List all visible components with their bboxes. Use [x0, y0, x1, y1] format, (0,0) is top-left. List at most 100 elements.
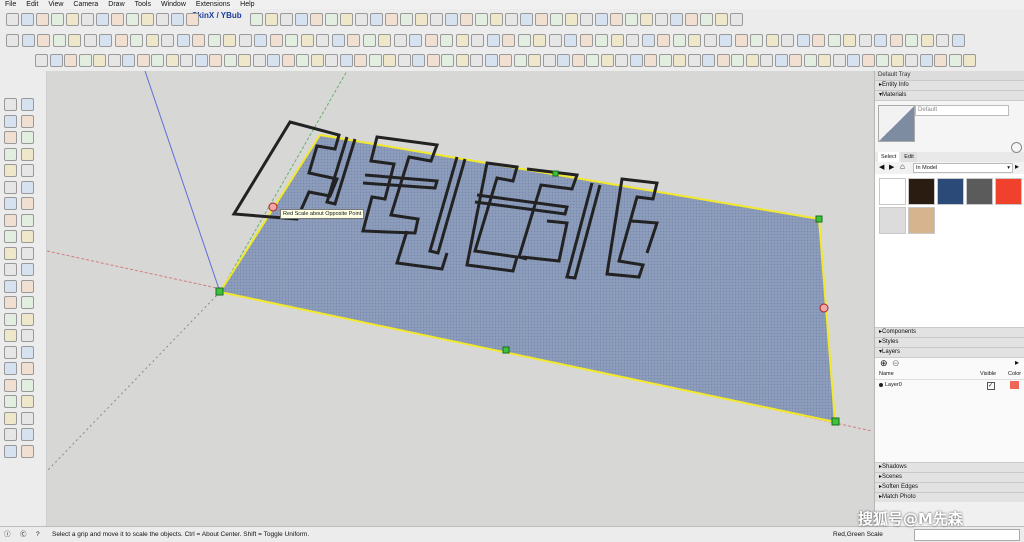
scaled-plane[interactable]	[218, 133, 837, 424]
left-tool-icon-1[interactable]	[4, 98, 17, 111]
row2-tool-icon-39[interactable]	[595, 34, 608, 47]
row2-tool-icon-16[interactable]	[239, 34, 252, 47]
row3-tool-icon-30[interactable]	[456, 54, 469, 67]
row2-tool-icon-1[interactable]	[6, 34, 19, 47]
grip-right-mid-active[interactable]	[819, 303, 829, 313]
row1-tool-icon-43[interactable]	[685, 13, 698, 26]
left-tool-icon-3[interactable]	[4, 114, 17, 128]
row3-tool-icon-35[interactable]	[528, 54, 541, 67]
row2-tool-icon-32[interactable]	[487, 34, 500, 47]
row3-tool-icon-58[interactable]	[862, 54, 875, 67]
row2-tool-icon-22[interactable]	[332, 34, 345, 47]
row2-tool-icon-61[interactable]	[936, 34, 949, 47]
create-material-icon[interactable]	[1011, 142, 1022, 153]
material-swatch[interactable]	[879, 178, 906, 205]
tray-section-scenes[interactable]: Scenes	[875, 472, 1024, 482]
row2-tool-icon-24[interactable]	[363, 34, 376, 47]
material-preview[interactable]	[878, 105, 915, 142]
left-tool-icon-4[interactable]	[21, 114, 34, 128]
row2-tool-icon-9[interactable]	[130, 34, 143, 47]
row3-tool-icon-13[interactable]	[209, 54, 222, 67]
row1-tool-icon-12[interactable]	[171, 13, 184, 26]
row3-tool-icon-11[interactable]	[180, 54, 193, 67]
row1-tool-icon-2[interactable]	[21, 13, 34, 26]
left-tool-icon-37[interactable]	[4, 395, 17, 408]
row3-tool-icon-4[interactable]	[79, 54, 92, 67]
row3-tool-icon-48[interactable]	[717, 54, 730, 67]
row2-tool-icon-51[interactable]	[781, 34, 794, 47]
row3-tool-icon-23[interactable]	[354, 54, 367, 67]
row3-tool-icon-12[interactable]	[195, 54, 208, 67]
row1-tool-icon-26[interactable]	[430, 13, 443, 26]
help-icon[interactable]: ?	[36, 527, 40, 542]
row3-tool-icon-54[interactable]	[804, 54, 817, 67]
row1-tool-icon-35[interactable]	[565, 13, 578, 26]
material-swatch[interactable]	[908, 207, 935, 234]
row1-tool-icon-42[interactable]	[670, 13, 683, 26]
material-swatch[interactable]	[966, 178, 993, 205]
measurements-box[interactable]	[914, 529, 1020, 541]
left-tool-icon-30[interactable]	[21, 329, 34, 342]
row3-tool-icon-63[interactable]	[934, 54, 947, 67]
row3-tool-icon-16[interactable]	[253, 54, 266, 67]
row1-tool-icon-7[interactable]	[96, 13, 109, 26]
menu-file[interactable]: File	[0, 0, 21, 9]
tray-section-shadows[interactable]: Shadows	[875, 462, 1024, 472]
skinx-plugin-label[interactable]: SkinX / YBub	[192, 11, 242, 20]
row1-tool-icon-17[interactable]	[295, 13, 308, 26]
credits-icon[interactable]: Ⓒ	[20, 527, 27, 542]
row2-tool-icon-58[interactable]	[890, 34, 903, 47]
row1-tool-icon-25[interactable]	[415, 13, 428, 26]
menu-draw[interactable]: Draw	[103, 0, 129, 9]
left-tool-icon-36[interactable]	[21, 378, 34, 392]
row2-tool-icon-54[interactable]	[828, 34, 841, 47]
row1-tool-icon-13[interactable]	[186, 13, 199, 26]
row3-tool-icon-24[interactable]	[369, 54, 382, 67]
left-tool-icon-21[interactable]	[4, 263, 17, 276]
menu-help[interactable]: Help	[235, 0, 259, 9]
row1-tool-icon-1[interactable]	[6, 13, 19, 26]
model-canvas[interactable]	[47, 71, 872, 526]
row2-tool-icon-40[interactable]	[611, 34, 624, 47]
layers-details-arrow-icon[interactable]: ▸	[1015, 358, 1019, 367]
row3-tool-icon-62[interactable]	[920, 54, 933, 67]
left-tool-icon-23[interactable]	[4, 279, 17, 293]
row1-tool-icon-24[interactable]	[400, 13, 413, 26]
left-tool-icon-26[interactable]	[21, 296, 34, 309]
viewport[interactable]: Red Scale about Opposite Point	[47, 71, 872, 526]
row3-tool-icon-61[interactable]	[905, 54, 918, 67]
material-swatch[interactable]	[908, 178, 935, 205]
row1-tool-icon-14[interactable]	[250, 13, 263, 26]
row3-tool-icon-5[interactable]	[93, 54, 106, 67]
home-icon[interactable]: ⌂	[900, 162, 905, 171]
row3-tool-icon-14[interactable]	[224, 54, 237, 67]
left-tool-icon-22[interactable]	[21, 263, 34, 276]
row3-tool-icon-32[interactable]	[485, 54, 498, 67]
left-tool-icon-40[interactable]	[21, 411, 34, 425]
row1-tool-icon-36[interactable]	[580, 13, 593, 26]
row2-tool-icon-34[interactable]	[518, 34, 531, 47]
row2-tool-icon-36[interactable]	[549, 34, 562, 47]
row2-tool-icon-31[interactable]	[471, 34, 484, 47]
row3-tool-icon-25[interactable]	[383, 54, 396, 67]
row2-tool-icon-2[interactable]	[22, 34, 35, 47]
left-tool-icon-17[interactable]	[4, 230, 17, 243]
row1-tool-icon-37[interactable]	[595, 13, 608, 26]
row2-tool-icon-46[interactable]	[704, 34, 717, 47]
row2-tool-icon-5[interactable]	[68, 34, 81, 47]
row3-tool-icon-19[interactable]	[296, 54, 309, 67]
row2-tool-icon-8[interactable]	[115, 34, 128, 47]
grip-bottom-right[interactable]	[831, 417, 840, 426]
row3-tool-icon-45[interactable]	[673, 54, 686, 67]
row2-tool-icon-25[interactable]	[378, 34, 391, 47]
left-tool-icon-19[interactable]	[4, 246, 17, 260]
row1-tool-icon-3[interactable]	[36, 13, 49, 26]
row3-tool-icon-21[interactable]	[325, 54, 338, 67]
left-tool-icon-5[interactable]	[4, 131, 17, 144]
left-tool-icon-39[interactable]	[4, 411, 17, 425]
row1-tool-icon-40[interactable]	[640, 13, 653, 26]
left-tool-icon-35[interactable]	[4, 378, 17, 392]
row3-tool-icon-15[interactable]	[238, 54, 251, 67]
row2-tool-icon-26[interactable]	[394, 34, 407, 47]
row2-tool-icon-38[interactable]	[580, 34, 593, 47]
